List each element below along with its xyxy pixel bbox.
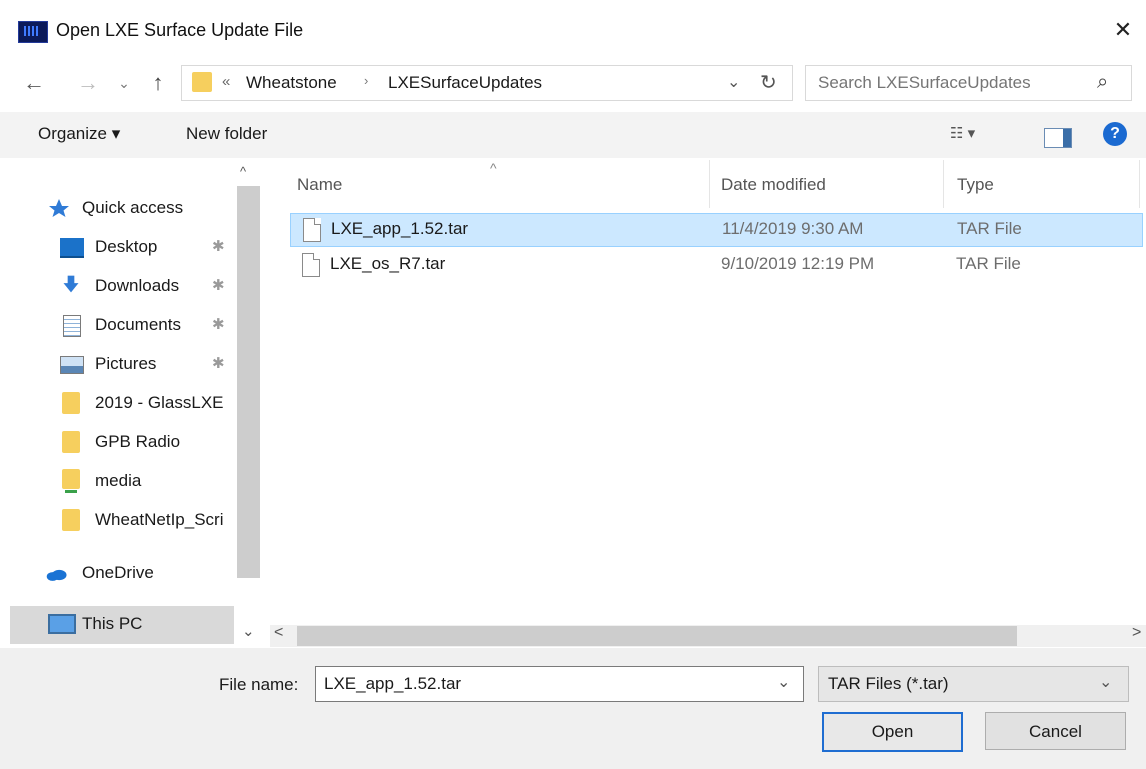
folder-icon <box>62 392 80 414</box>
search-input[interactable] <box>818 73 1078 93</box>
title-bar: Open LXE Surface Update File ✕ <box>0 0 1146 62</box>
file-name: LXE_os_R7.tar <box>330 254 446 273</box>
close-button[interactable]: ✕ <box>1108 14 1138 46</box>
refresh-button[interactable]: ↻ <box>760 70 777 95</box>
nav-item-label: 2019 - GlassLXE <box>95 393 224 412</box>
scroll-up-arrow[interactable]: ^ <box>240 164 246 179</box>
onedrive-icon <box>46 569 67 581</box>
pin-icon[interactable]: ✱ <box>212 229 225 265</box>
chevron-right-icon[interactable]: › <box>364 73 368 88</box>
file-type: TAR File <box>957 219 1022 238</box>
table-row[interactable]: LXE_app_1.52.tar 11/4/2019 9:30 AM TAR F… <box>290 213 1143 247</box>
column-header-name[interactable]: Name <box>297 175 342 195</box>
file-type: TAR File <box>956 254 1021 273</box>
nav-item-label: GPB Radio <box>95 432 181 451</box>
desktop-icon <box>60 238 84 258</box>
scroll-down-arrow[interactable]: ⌄ <box>242 622 255 640</box>
file-date: 9/10/2019 12:19 PM <box>721 254 875 273</box>
scroll-left-arrow[interactable]: < <box>274 624 283 642</box>
app-icon <box>18 21 48 43</box>
column-divider[interactable] <box>1139 160 1140 208</box>
nav-item-label: Pictures <box>95 354 157 373</box>
nav-item-label: WheatNetIp_Scri <box>95 510 224 529</box>
file-icon <box>303 218 321 242</box>
nav-item-label: Downloads <box>95 276 180 295</box>
forward-button[interactable]: → <box>76 68 100 98</box>
column-header-type[interactable]: Type <box>957 175 994 195</box>
organize-button[interactable]: Organize ▾ <box>38 124 120 144</box>
nav-item-label: OneDrive <box>82 563 154 582</box>
column-divider[interactable] <box>943 160 944 208</box>
address-bar[interactable]: « Wheatstone › LXESurfaceUpdates ⌄ ↻ <box>181 65 793 101</box>
sort-ascending-icon: ^ <box>490 160 497 176</box>
file-type-select[interactable]: TAR Files (*.tar) ⌄ <box>818 666 1129 702</box>
file-name: LXE_app_1.52.tar <box>331 219 469 238</box>
folder-icon <box>62 509 80 531</box>
back-button[interactable]: ← <box>22 68 46 98</box>
pin-icon[interactable]: ✱ <box>212 307 225 343</box>
nav-scrollbar-thumb[interactable] <box>237 186 260 578</box>
chevron-down-icon[interactable]: ⌄ <box>727 72 740 92</box>
nav-item-label: Desktop <box>95 237 158 256</box>
chevron-down-icon[interactable]: ⌄ <box>777 672 790 692</box>
breadcrumb-item[interactable]: Wheatstone <box>246 73 337 93</box>
pictures-icon <box>60 356 84 374</box>
window-title: Open LXE Surface Update File <box>56 20 304 40</box>
star-icon <box>49 199 69 217</box>
preview-pane-icon[interactable] <box>1044 128 1072 148</box>
nav-item-label: Quick access <box>82 198 184 217</box>
folder-icon <box>192 72 212 92</box>
breadcrumb-overflow[interactable]: « <box>222 73 230 90</box>
nav-item-label: media <box>95 471 142 490</box>
recent-locations-button[interactable]: ⌄ <box>114 68 134 98</box>
horizontal-scrollbar-thumb[interactable] <box>297 626 1017 646</box>
breadcrumb-item[interactable]: LXESurfaceUpdates <box>388 73 542 93</box>
file-name-input[interactable] <box>324 674 764 694</box>
computer-icon <box>48 614 76 634</box>
search-icon[interactable]: ⌕ <box>1097 71 1108 94</box>
pin-icon[interactable]: ✱ <box>212 268 225 304</box>
documents-icon <box>63 315 81 337</box>
nav-item-label: This PC <box>82 614 143 633</box>
file-icon <box>302 253 320 277</box>
up-button[interactable]: ↑ <box>145 68 171 98</box>
help-button[interactable]: ? <box>1103 122 1127 146</box>
search-box[interactable]: ⌕ <box>805 65 1132 101</box>
download-icon <box>63 275 79 293</box>
network-folder-icon <box>62 469 80 489</box>
network-indicator-icon <box>65 490 77 493</box>
pin-icon[interactable]: ✱ <box>212 346 225 382</box>
table-row[interactable]: LXE_os_R7.tar 9/10/2019 12:19 PM TAR Fil… <box>290 249 1141 281</box>
cancel-button[interactable]: Cancel <box>985 712 1126 750</box>
change-view-button[interactable]: ☷ ▾ <box>950 124 975 142</box>
chevron-down-icon[interactable]: ⌄ <box>1099 672 1112 692</box>
file-type-value: TAR Files (*.tar) <box>828 674 949 693</box>
nav-item-label: Documents <box>95 315 181 334</box>
open-button[interactable]: Open <box>822 712 963 752</box>
file-name-combobox[interactable]: ⌄ <box>315 666 804 702</box>
nav-item-folder[interactable]: WheatNetIp_Scri <box>60 502 236 538</box>
new-folder-button[interactable]: New folder <box>186 124 267 144</box>
column-header-date[interactable]: Date modified <box>721 175 826 195</box>
file-name-label: File name: <box>219 675 299 694</box>
scroll-right-arrow[interactable]: > <box>1132 624 1141 642</box>
file-date: 11/4/2019 9:30 AM <box>722 219 864 238</box>
folder-icon <box>62 431 80 453</box>
column-divider[interactable] <box>709 160 710 208</box>
